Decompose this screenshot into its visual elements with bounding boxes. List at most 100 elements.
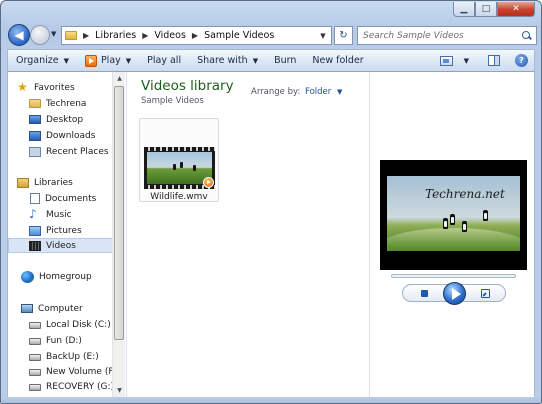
sidebar-item-label: Local Disk (C:) [46,319,111,330]
library-subtitle: Sample Videos [141,96,204,106]
breadcrumb-videos[interactable]: Videos [154,30,186,41]
sidebar-item-recovery-g[interactable]: RECOVERY (G:) [29,379,114,394]
seek-bar[interactable] [391,274,516,278]
sidebar-item-label: Favorites [34,82,75,93]
drive-icon [29,384,41,391]
sidebar-item-documents[interactable]: Documents [29,191,96,206]
maximize-button[interactable]: □ [475,2,497,17]
sidebar-libraries[interactable]: Libraries [17,175,73,190]
address-dropdown[interactable]: ▼ [315,32,331,40]
sidebar-computer[interactable]: Computer [21,301,83,316]
star-icon: ★ [17,80,28,94]
pictures-icon [29,225,41,236]
video-badge-icon [203,177,214,188]
back-button[interactable]: ◀ [8,24,30,46]
switch-to-player-button[interactable] [481,289,490,298]
search-input[interactable] [363,30,513,41]
share-with-button[interactable]: Share with ▼ [189,50,266,71]
play-button[interactable] [443,282,466,305]
sidebar-item-recent-places[interactable]: Recent Places [29,144,109,159]
scroll-up-button[interactable]: ▲ [113,72,126,85]
recent-places-icon [29,146,41,157]
recent-pages-dropdown[interactable]: ▼ [51,30,56,38]
arrange-by-value: Folder [305,87,332,97]
breadcrumb-separator[interactable]: ▶ [80,31,95,40]
breadcrumb-separator[interactable]: ▶ [186,31,204,40]
library-title: Videos library [141,78,234,94]
sidebar-item-label: Desktop [46,114,84,125]
help-button[interactable]: ? [509,50,534,71]
sidebar-scrollbar[interactable]: ▲ ▼ [112,72,125,397]
sidebar-item-label: Pictures [46,225,82,236]
sidebar-item-label: Music [46,209,72,220]
chevron-down-icon: ▼ [252,56,259,65]
library-icon [17,177,29,188]
sidebar-item-downloads[interactable]: Downloads [29,128,95,143]
view-options-dropdown[interactable]: ▼ [457,50,479,71]
sidebar-item-label: New Volume (F:) [46,366,120,377]
music-icon: ♪ [29,207,37,221]
folder-icon [62,27,80,44]
videos-icon [29,240,41,251]
play-button[interactable]: Play ▼ [77,50,139,71]
desktop-icon [29,115,41,124]
scroll-down-button[interactable]: ▼ [113,384,126,397]
drive-icon [29,338,41,345]
chevron-down-icon: ▼ [63,56,69,65]
homegroup-icon [21,270,34,283]
breadcrumb-separator[interactable]: ▶ [136,31,154,40]
breadcrumb-sample-videos[interactable]: Sample Videos [204,30,274,41]
computer-icon [21,304,33,313]
file-list-area: Videos library Sample Videos Arrange by:… [126,72,369,397]
sidebar-item-pictures[interactable]: Pictures [29,223,82,238]
sidebar-item-backup-e[interactable]: BackUp (E:) [29,349,99,364]
forward-button[interactable] [30,25,50,45]
sidebar-item-videos[interactable]: Videos [8,238,114,253]
navigation-row: ◀ ▼ ▶ Libraries ▶ Videos ▶ Sample Videos… [1,23,541,49]
sidebar-item-label: Techrena [46,98,87,109]
new-folder-button[interactable]: New folder [304,50,371,71]
sidebar-item-local-disk-c[interactable]: Local Disk (C:) [29,317,111,332]
play-label: Play [100,55,121,66]
change-view-button[interactable] [436,50,457,71]
preview-pane-icon [488,55,500,66]
sidebar-homegroup[interactable]: Homegroup [21,269,92,284]
sidebar-favorites[interactable]: ★ Favorites [17,80,75,95]
search-icon[interactable] [522,30,532,41]
command-bar: Organize ▼ Play ▼ Play all Share with ▼ … [7,49,535,72]
refresh-button[interactable]: ↻ [334,26,353,45]
play-all-button[interactable]: Play all [139,50,189,71]
stop-button[interactable] [421,290,428,297]
video-preview[interactable]: Techrena.net [380,160,527,270]
sidebar-item-techrena[interactable]: Techrena [29,96,86,111]
scroll-thumb[interactable] [114,86,124,340]
search-box[interactable] [357,26,537,45]
sidebar-item-fun-d[interactable]: Fun (D:) [29,333,82,348]
arrange-by-label: Arrange by: [251,87,301,97]
burn-button[interactable]: Burn [266,50,304,71]
sidebar-item-label: Homegroup [39,271,92,282]
drive-icon [29,354,41,361]
local-disk-icon [29,322,41,329]
breadcrumb-libraries[interactable]: Libraries [95,30,136,41]
arrange-by-dropdown[interactable]: Folder ▼ [305,87,342,97]
preview-watermark: Techrena.net [425,187,505,201]
downloads-icon [29,130,41,141]
content-area: ★ Favorites Techrena Desktop Downloads R… [7,72,535,397]
address-bar[interactable]: ▶ Libraries ▶ Videos ▶ Sample Videos ▼ [61,26,332,45]
sidebar-item-new-volume-f[interactable]: New Volume (F:) [29,364,119,379]
preview-pane-button[interactable] [479,50,509,71]
minimize-button[interactable]: ▁ [453,2,475,17]
sidebar-item-music[interactable]: ♪ Music [29,207,72,222]
sidebar-item-desktop[interactable]: Desktop [29,112,83,127]
sidebar-item-label: Libraries [34,177,73,188]
close-button[interactable]: ✕ [497,2,535,17]
share-with-label: Share with [197,55,248,66]
sidebar-item-label: Fun (D:) [46,335,82,346]
organize-button[interactable]: Organize ▼ [8,50,77,71]
file-name: Wildlife.wmv [150,192,208,202]
documents-icon [30,193,40,204]
sidebar-item-label: BackUp (E:) [46,351,99,362]
file-item-wildlife[interactable]: Wildlife.wmv [139,118,219,202]
caption-buttons: ▁ □ ✕ [453,2,535,17]
